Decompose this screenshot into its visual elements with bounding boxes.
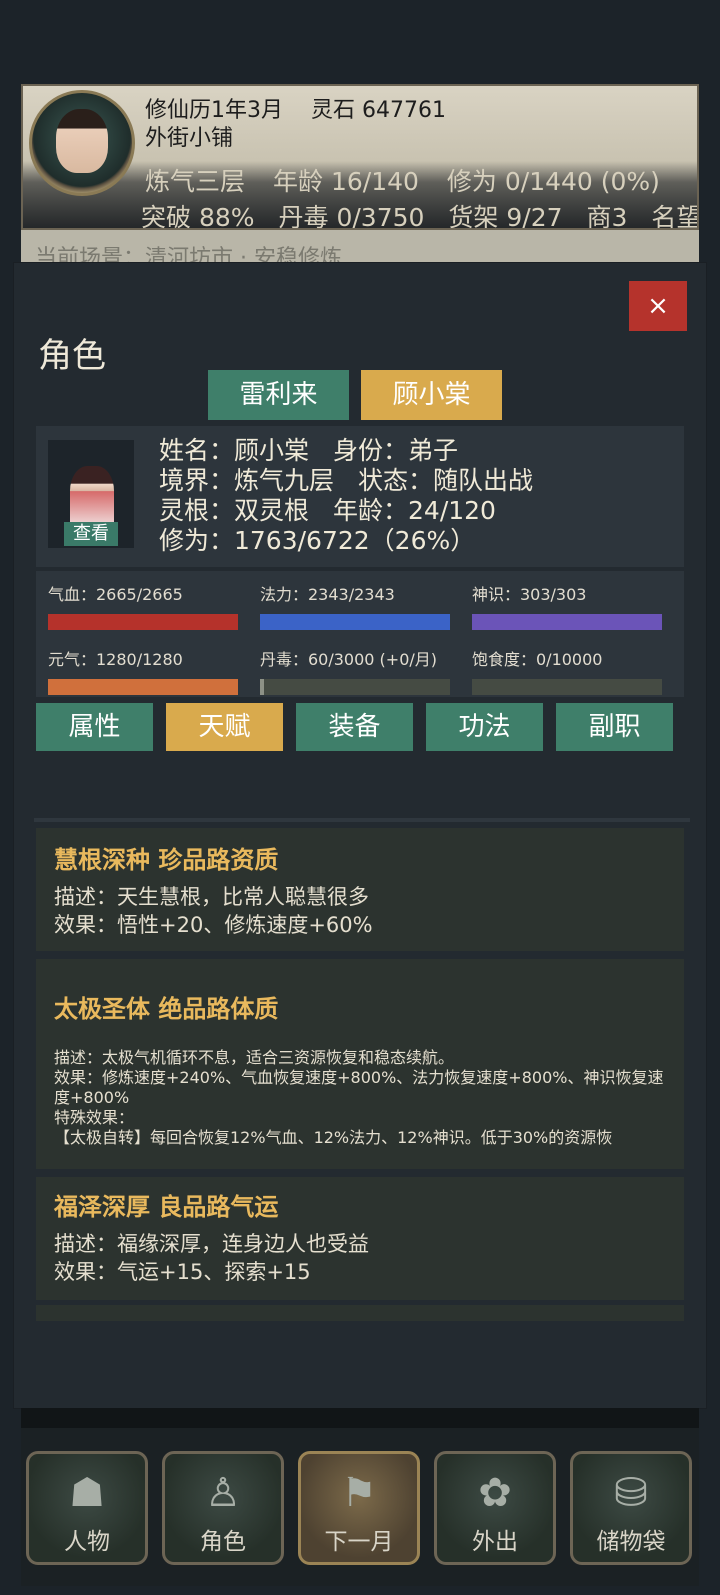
close-button[interactable]: ×: [629, 281, 687, 331]
tab-attributes[interactable]: 属性: [36, 703, 153, 751]
nav-character-button[interactable]: ♙ 角色: [162, 1451, 284, 1565]
talent-card-4-peek: [36, 1305, 684, 1321]
header-shop-stats: 突破 88% 丹毒 0/3750 货架 9/27 商3 名望: [141, 198, 699, 230]
info-age: 年龄：24/120: [333, 496, 496, 525]
talent-title: 慧根深种 珍品路资质: [54, 846, 279, 874]
stat-label: 气血：2665/2665: [48, 585, 183, 604]
stat-bar: [472, 614, 662, 630]
character-modal: × 角色 雷利来 顾小棠 查看 姓名：顾小棠 身份：弟子 境界：炼气九层 状态：随队…: [14, 263, 706, 1408]
scene-banner: 当前场景：清河坊市 · 安稳修炼: [21, 230, 699, 266]
character-portrait[interactable]: 查看: [48, 440, 134, 548]
nav-label: 人物: [64, 1529, 110, 1555]
character-tab-leililai[interactable]: 雷利来: [208, 370, 349, 420]
pill-toxicity: 丹毒 0/3750: [278, 203, 425, 230]
nav-person-button[interactable]: ☗ 人物: [26, 1451, 148, 1565]
player-realm: 炼气三层: [145, 167, 246, 196]
talent-description: 描述：太极气机循环不息，适合三资源恢复和稳态续航。: [54, 1048, 455, 1067]
talent-effect: 效果：悟性+20、修炼速度+60%: [54, 913, 373, 937]
info-cultivation: 修为：1763/6722（26%）: [159, 526, 476, 555]
shop-name: 外街小铺: [145, 126, 234, 151]
info-identity: 身份：弟子: [333, 436, 459, 465]
flag-icon: ⚑: [341, 1470, 377, 1516]
talent-card-3: 福泽深厚 良品路气运 描述：福缘深厚，连身边人也受益 效果：气运+15、探索+1…: [36, 1177, 684, 1300]
talent-title: 太极圣体 绝品路体质: [54, 995, 279, 1023]
player-age: 年龄 16/140: [273, 167, 419, 196]
spirit-stones: 灵石 647761: [311, 98, 446, 123]
bag-icon: ⛁: [614, 1470, 648, 1516]
reputation: 名望: [651, 203, 699, 230]
character-info: 姓名：顾小棠 身份：弟子 境界：炼气九层 状态：随队出战 灵根：双灵根 年龄：24/1…: [159, 436, 533, 556]
stat-bar-fill: [48, 614, 238, 630]
stat-spirit: 神识：303/303: [472, 581, 662, 630]
stat-label: 丹毒：60/3000 (+0/月): [260, 650, 438, 669]
nav-shadow: [21, 1408, 699, 1430]
character-icon: ♙: [205, 1470, 241, 1516]
nav-label: 下一月: [324, 1529, 394, 1555]
nav-label: 储物袋: [596, 1529, 666, 1555]
stat-label: 神识：303/303: [472, 585, 587, 604]
stat-bar: [472, 679, 662, 695]
character-figure: [70, 466, 114, 528]
player-cultivation: 修为 0/1440 (0%): [446, 167, 660, 196]
tab-talents[interactable]: 天赋: [166, 703, 283, 751]
nav-label: 角色: [200, 1529, 246, 1555]
stat-bar-fill: [260, 614, 450, 630]
shelf-count: 货架 9/27: [448, 203, 563, 230]
player-avatar[interactable]: [29, 90, 135, 196]
stat-label: 元气：1280/1280: [48, 650, 183, 669]
character-tab-guxiaotang[interactable]: 顾小棠: [361, 370, 502, 420]
flower-icon: ✿: [478, 1470, 512, 1516]
talent-title: 福泽深厚 良品路气运: [54, 1193, 279, 1221]
nav-storage-bag-button[interactable]: ⛁ 储物袋: [570, 1451, 692, 1565]
stat-bar: [260, 679, 450, 695]
merchant-level: 商3: [586, 203, 628, 230]
header-player-stats: 炼气三层 年龄 16/140 修为 0/1440 (0%): [145, 162, 688, 198]
nav-next-month-button[interactable]: ⚑ 下一月: [298, 1451, 420, 1565]
talent-card-1: 慧根深种 珍品路资质 描述：天生慧根，比常人聪慧很多 效果：悟性+20、修炼速度…: [36, 828, 684, 951]
stat-vitality: 元气：1280/1280: [48, 646, 238, 695]
breakthrough-rate: 突破 88%: [141, 203, 255, 230]
stat-satiety: 饱食度：0/10000: [472, 646, 662, 695]
stat-label: 饱食度：0/10000: [472, 650, 603, 669]
stat-mana: 法力：2343/2343: [260, 581, 450, 630]
stat-bar: [48, 679, 238, 695]
stat-label: 法力：2343/2343: [260, 585, 395, 604]
info-status: 状态：随队出战: [358, 466, 534, 495]
info-realm: 境界：炼气九层: [159, 466, 335, 495]
character-info-card: 查看 姓名：顾小棠 身份：弟子 境界：炼气九层 状态：随队出战 灵根：双灵根 年龄：2…: [36, 426, 684, 567]
stat-bar-fill: [472, 614, 662, 630]
tab-techniques[interactable]: 功法: [426, 703, 543, 751]
stat-health: 气血：2665/2665: [48, 581, 238, 630]
tab-side-job[interactable]: 副职: [556, 703, 673, 751]
talent-effect: 效果：气运+15、探索+15: [54, 1260, 311, 1284]
resource-stats: 气血：2665/2665 法力：2343/2343 神识：303/303 元气：…: [36, 571, 684, 697]
stat-bar-fill: [260, 679, 264, 695]
tab-equipment[interactable]: 装备: [296, 703, 413, 751]
person-icon: ☗: [69, 1470, 105, 1516]
talent-description: 描述：天生慧根，比常人聪慧很多: [54, 885, 369, 909]
stat-bar-fill: [48, 679, 238, 695]
section-divider: [34, 818, 690, 822]
status-header: 修仙历1年3月 灵石 647761 外街小铺 炼气三层 年龄 16/140 修为 0/…: [21, 84, 699, 230]
talent-effect: 效果：修炼速度+240%、气血恢复速度+800%、法力恢复速度+800%、神识恢…: [54, 1068, 664, 1107]
talent-card-2: 太极圣体 绝品路体质 描述：太极气机循环不息，适合三资源恢复和稳态续航。 效果：…: [36, 959, 684, 1169]
avatar-portrait: [56, 109, 108, 173]
stat-bar: [48, 614, 238, 630]
info-root: 灵根：双灵根: [159, 496, 310, 525]
view-button[interactable]: 查看: [64, 522, 118, 546]
talent-special-label: 特殊效果：: [54, 1108, 135, 1127]
stat-bar: [260, 614, 450, 630]
talent-special-effect: 【太极自转】每回合恢复12%气血、12%法力、12%神识。低于30%的资源恢: [54, 1128, 613, 1147]
modal-title: 角色: [38, 336, 106, 376]
nav-outing-button[interactable]: ✿ 外出: [434, 1451, 556, 1565]
stat-toxicity: 丹毒：60/3000 (+0/月): [260, 646, 450, 695]
nav-label: 外出: [472, 1529, 518, 1555]
info-name: 姓名：顾小棠: [159, 436, 310, 465]
talent-description: 描述：福缘深厚，连身边人也受益: [54, 1232, 369, 1256]
